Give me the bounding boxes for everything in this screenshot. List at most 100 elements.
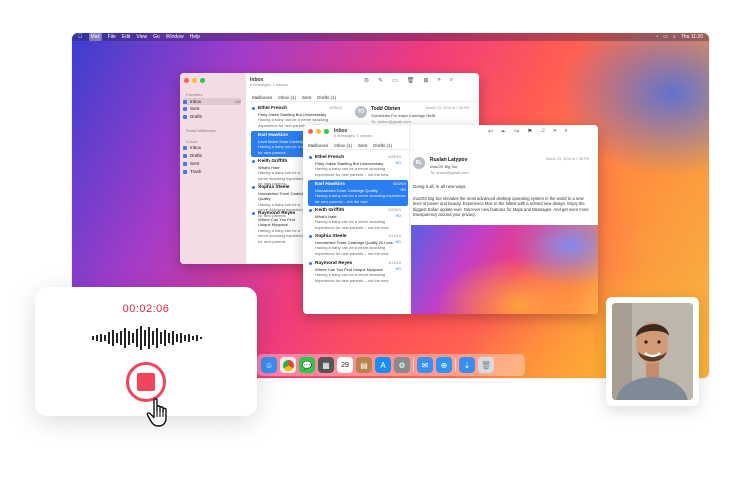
inbox-icon bbox=[183, 99, 187, 104]
notes-icon[interactable]: ▤ bbox=[356, 357, 372, 373]
tab-sent[interactable]: Sent bbox=[358, 143, 367, 148]
reply-icon[interactable]: ↩ bbox=[488, 128, 493, 135]
favorites-header: Favorites bbox=[186, 92, 203, 97]
message-row[interactable]: Sophia Steele 4/14/19 HD Unmatched Toner… bbox=[309, 234, 401, 256]
message-preview: Having a baby can be a nerve wracking ex… bbox=[315, 166, 389, 177]
unread-dot bbox=[252, 186, 255, 189]
tab-mailboxes[interactable]: Mailboxes bbox=[308, 143, 328, 148]
menu-app-name[interactable]: Mail bbox=[88, 33, 102, 41]
tab-sent[interactable]: Sent bbox=[302, 95, 311, 100]
trash-icon[interactable]: 🗑 bbox=[407, 77, 415, 84]
tab-inbox[interactable]: Inbox (1) bbox=[334, 143, 352, 148]
sidebar-item-sent[interactable]: Sent bbox=[183, 106, 199, 111]
reader-date: March 23, 2018 at 7:38 PM bbox=[426, 106, 470, 110]
app-store-icon[interactable]: A bbox=[375, 357, 391, 373]
apple-icon[interactable]:  bbox=[78, 33, 83, 41]
menu-go[interactable]: Go bbox=[153, 33, 160, 41]
calendar-icon[interactable]: 29 bbox=[337, 357, 353, 373]
reply-all-icon[interactable]: ↞ bbox=[501, 128, 506, 135]
chrome-icon[interactable] bbox=[280, 357, 296, 373]
tab-inbox[interactable]: Inbox (1) bbox=[278, 95, 296, 100]
trash-icon[interactable]: 🗑 bbox=[478, 357, 494, 373]
sent-icon bbox=[183, 161, 187, 166]
dock-separator bbox=[413, 358, 414, 372]
sidebar-item-icloud-trash[interactable]: Trash bbox=[183, 169, 201, 174]
finder-icon[interactable]: ☺ bbox=[261, 357, 277, 373]
drafts-icon bbox=[183, 114, 187, 119]
system-preferences-icon[interactable]: ⚙ bbox=[394, 357, 410, 373]
sidebar-item-icloud-sent[interactable]: Sent bbox=[183, 161, 199, 166]
menu-file[interactable]: File bbox=[108, 33, 116, 41]
battery-icon[interactable]: ▭ bbox=[663, 33, 668, 41]
message-row[interactable]: Keith Griffith 4/23/19 HD What's Hate Ha… bbox=[309, 208, 401, 230]
menu-clock[interactable]: Thu 11:20 bbox=[681, 33, 703, 41]
calculator-icon[interactable]: ▦ bbox=[318, 357, 334, 373]
more-icon[interactable]: » bbox=[437, 77, 440, 84]
wifi-icon[interactable]: ◔ bbox=[655, 33, 658, 41]
sidebar-item-label: Drafts bbox=[190, 153, 203, 158]
menu-bar:  Mail File Edit View Go Window Help ◔ ▭… bbox=[72, 33, 709, 41]
menu-view[interactable]: View bbox=[136, 33, 147, 41]
icloud-header: iCloud bbox=[186, 139, 198, 144]
stop-recording-button[interactable] bbox=[126, 362, 166, 402]
minimize-button[interactable] bbox=[316, 129, 321, 134]
message-tag: HD bbox=[395, 267, 401, 271]
sidebar-item-label: Inbox bbox=[190, 99, 202, 104]
downloads-icon[interactable]: ⇣ bbox=[459, 357, 475, 373]
tab-drafts[interactable]: Drafts (1) bbox=[373, 143, 392, 148]
message-date: 4/14/19 bbox=[388, 234, 401, 238]
dock: ☺ 💬 ▦ 29 ▤ A ⚙ ✉ ⊕ ⇣ 🗑 bbox=[257, 354, 525, 376]
message-row[interactable]: Raymond Reyes 4/12/19 HD Where Can You F… bbox=[309, 261, 401, 283]
close-button[interactable] bbox=[184, 78, 189, 83]
close-button[interactable] bbox=[308, 129, 313, 134]
sidebar-item-label: Inbox bbox=[190, 145, 202, 150]
unread-dot bbox=[252, 107, 255, 110]
recorder-card: 00:02:06 bbox=[35, 287, 257, 416]
menu-help[interactable]: Help bbox=[190, 33, 200, 41]
compose-icon[interactable]: ✎ bbox=[378, 77, 383, 84]
reader-subject: macOS Big Sur bbox=[430, 164, 458, 169]
zoom-button[interactable] bbox=[324, 129, 329, 134]
message-row-selected[interactable]: Earl Hawkins 6/22/19 HD Unmatched Toner … bbox=[308, 180, 408, 206]
favorites-bar: Mailboxes Inbox (1) Sent Drafts (1) bbox=[246, 93, 479, 102]
sidebar-item-icloud-drafts[interactable]: Drafts bbox=[183, 153, 202, 158]
reader-to: To: obrien@gmail.com bbox=[371, 119, 411, 124]
flag-icon[interactable]: ⚑ bbox=[527, 128, 532, 135]
zoom-button[interactable] bbox=[200, 78, 205, 83]
message-row[interactable]: Raymond Reyes Where Can You Find Unique … bbox=[252, 211, 308, 244]
audio-waveform-icon bbox=[92, 326, 202, 350]
toolbar: ↩ ↞ ↪ ⚑ ♫ » ⌕ bbox=[488, 128, 568, 135]
email-hero-image bbox=[411, 225, 598, 314]
message-date: 4/23/19 bbox=[388, 208, 401, 212]
mail-icon[interactable]: ✉ bbox=[417, 357, 433, 373]
window-controls bbox=[308, 129, 329, 134]
more-icon[interactable]: » bbox=[553, 128, 556, 135]
tab-drafts[interactable]: Drafts (1) bbox=[317, 95, 336, 100]
search-icon[interactable]: ⌕ bbox=[450, 77, 453, 84]
messages-icon[interactable]: 💬 bbox=[299, 357, 315, 373]
safari-icon[interactable]: ⊕ bbox=[436, 357, 452, 373]
search-icon[interactable]: ⌕ bbox=[673, 33, 676, 41]
window-subtitle: 6 messages, 1 unread bbox=[250, 83, 288, 87]
unread-dot bbox=[309, 156, 312, 159]
message-row[interactable]: Ethel French 6/25/19 HD Party Jokes Star… bbox=[309, 155, 401, 177]
menu-window[interactable]: Window bbox=[166, 33, 184, 41]
unread-dot bbox=[309, 209, 312, 212]
message-subject: Where Can You Find Unique Myspace bbox=[258, 216, 295, 228]
sidebar-item-inbox[interactable]: Inbox 102 bbox=[183, 98, 241, 105]
filter-icon[interactable]: ⊜ bbox=[364, 77, 369, 84]
message-row[interactable]: Keith Griffith What's Hate Having a baby… bbox=[252, 159, 308, 187]
menu-edit[interactable]: Edit bbox=[122, 33, 131, 41]
archive-icon[interactable]: ▭ bbox=[392, 77, 398, 84]
sidebar-item-label: Trash bbox=[190, 169, 202, 174]
bell-icon[interactable]: ♫ bbox=[540, 128, 545, 135]
search-icon[interactable]: ⌕ bbox=[564, 128, 567, 135]
trash-icon bbox=[183, 169, 187, 174]
tab-mailboxes[interactable]: Mailboxes bbox=[252, 95, 272, 100]
sidebar-item-icloud-inbox[interactable]: Inbox bbox=[183, 145, 201, 150]
forward-icon[interactable]: ↪ bbox=[514, 128, 519, 135]
person-avatar bbox=[612, 303, 693, 400]
junk-icon[interactable]: ⊠ bbox=[423, 77, 428, 84]
minimize-button[interactable] bbox=[192, 78, 197, 83]
sidebar-item-drafts[interactable]: Drafts bbox=[183, 114, 202, 119]
